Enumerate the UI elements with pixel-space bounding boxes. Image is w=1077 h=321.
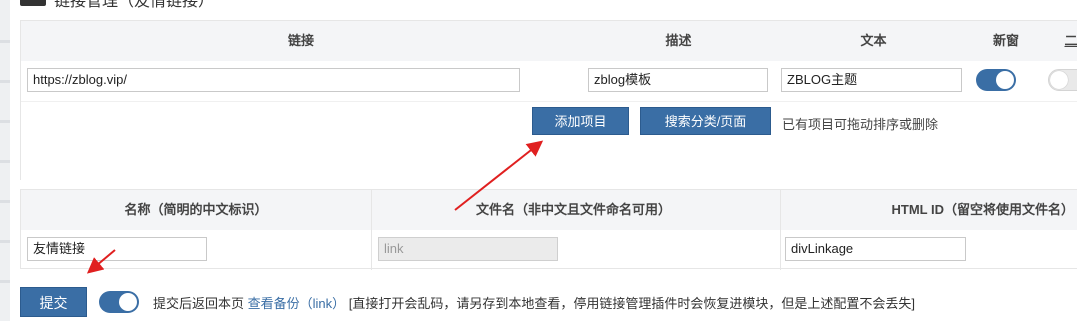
column-divider [371,190,372,270]
html-id-input[interactable]: divLinkage [785,237,966,261]
sort-delete-hint: 已有项目可拖动排序或删除 [782,117,939,132]
config-table-header: 名称（简明的中文标识） 文件名（非中文且文件命名可用） HTML ID（留空将使… [21,190,1077,230]
backup-note: [直接打开会乱码，请另存到本地查看，停用链接管理插件时会恢复进模块，但是上述配置… [348,296,916,311]
header-icon [20,0,46,6]
extra-toggle[interactable] [1048,69,1077,91]
module-name-input[interactable]: 友情链接 [27,237,207,261]
links-table: 链接 描述 文本 新窗 二 https://zblog.vip/ zblog模板… [20,20,1077,180]
add-item-button[interactable]: 添加项目 [532,107,629,135]
left-edge-strip [0,0,10,321]
link-item-row[interactable]: https://zblog.vip/ zblog模板 ZBLOG主题 [21,61,1077,101]
return-label: 提交后返回本页 [153,296,245,311]
return-after-submit-toggle[interactable] [99,291,139,313]
links-table-header: 链接 描述 文本 新窗 二 [21,21,1077,61]
column-header-new-window: 新窗 [992,33,1019,48]
footer-info: 提交后返回本页 查看备份（link） [直接打开会乱码，请另存到本地查看，停用链… [153,293,915,312]
link-url-input[interactable]: https://zblog.vip/ [27,68,520,92]
config-table: 名称（简明的中文标识） 文件名（非中文且文件命名可用） HTML ID（留空将使… [20,189,1077,270]
search-category-page-button[interactable]: 搜索分类/页面 [640,107,771,135]
submit-button[interactable]: 提交 [20,287,87,317]
link-desc-input[interactable]: zblog模板 [588,68,768,92]
link-manager-page: 链接管理（友情链接） 链接 描述 文本 新窗 二 https://zblog.v… [0,0,1077,321]
link-text-input[interactable]: ZBLOG主题 [781,68,962,92]
links-actions-row: 添加项目 搜索分类/页面 已有项目可拖动排序或删除 [21,101,1077,180]
column-header-text: 文本 [860,33,887,48]
column-header-name: 名称（简明的中文标识） [124,202,268,217]
new-window-toggle[interactable] [976,69,1016,91]
view-backup-link[interactable]: 查看备份（link） [248,296,346,311]
column-divider [780,190,781,270]
column-header-extra: 二 [1064,33,1077,48]
column-header-html-id: HTML ID（留空将使用文件名） [891,202,1074,217]
column-header-link: 链接 [287,33,314,48]
page-title: 链接管理（友情链接） [54,0,215,10]
column-header-desc: 描述 [665,33,692,48]
column-header-filename: 文件名（非中文且文件命名可用） [475,202,671,217]
page-header: 链接管理（友情链接） [20,0,215,10]
filename-input: link [378,237,558,261]
